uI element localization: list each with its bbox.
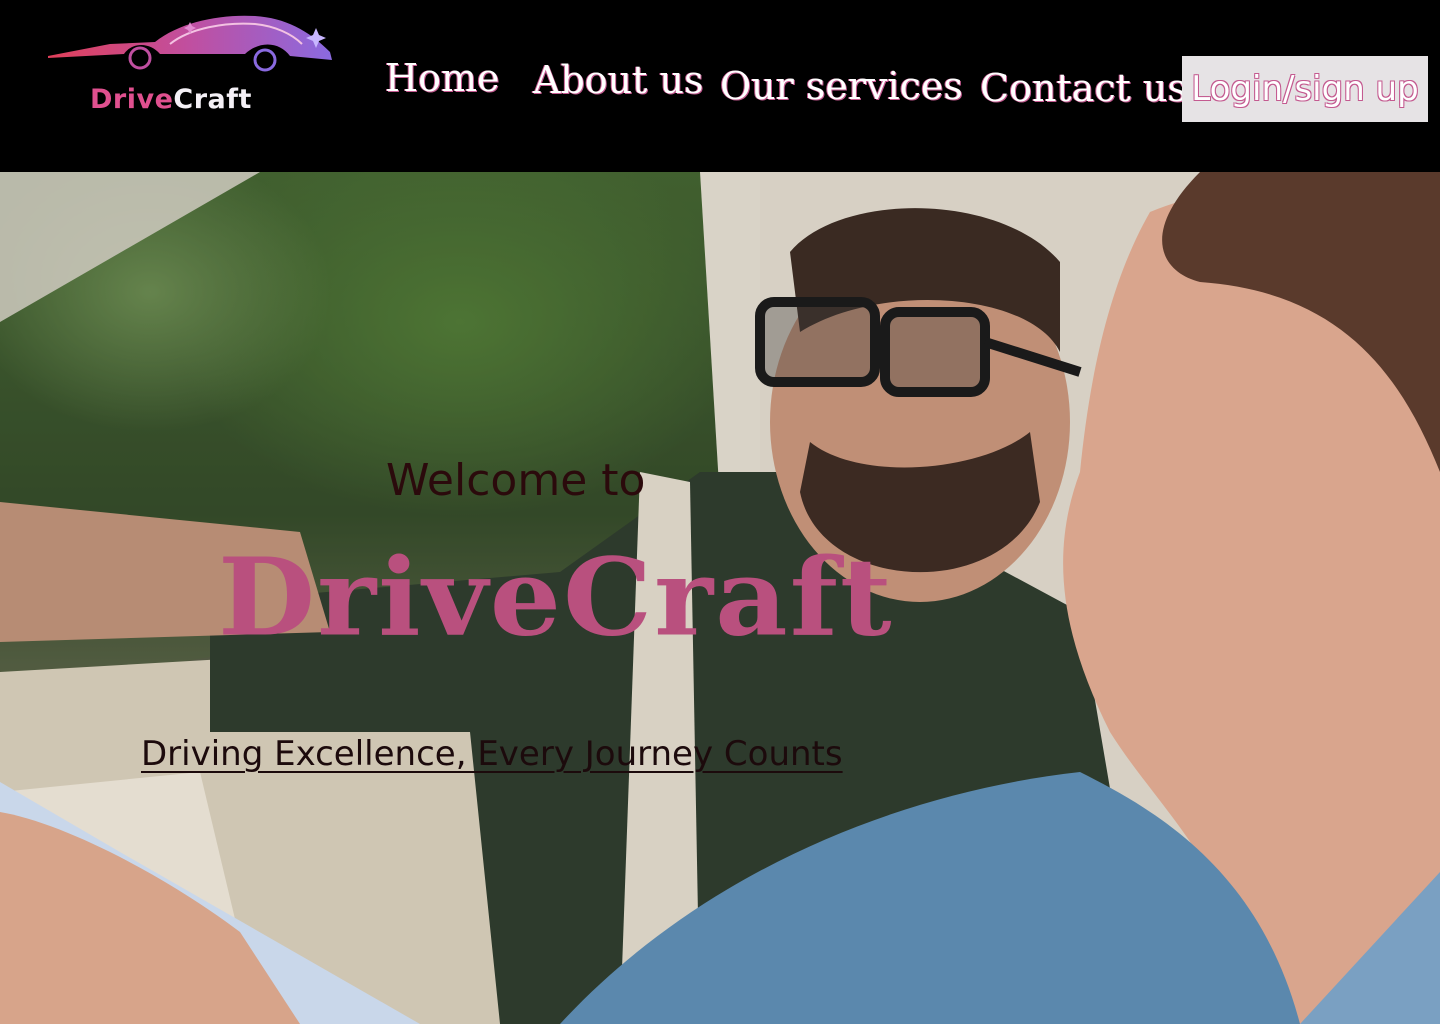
hero-brand-title: DriveCraft (218, 535, 894, 660)
nav-home-link[interactable]: Home (385, 56, 500, 100)
logo-wordmark: DriveCraft (90, 84, 252, 115)
login-signup-button[interactable]: Login/sign up (1182, 56, 1428, 122)
hero-welcome-text: Welcome to (386, 455, 646, 506)
logo-word-drive: Drive (90, 84, 174, 115)
logo-word-craft: Craft (173, 84, 252, 115)
hero-section: Welcome to DriveCraft Driving Excellence… (0, 172, 1440, 1024)
nav-contact-link[interactable]: Contact us (980, 66, 1187, 110)
site-header: DriveCraft Home About us Our services Co… (0, 0, 1440, 172)
brand-logo[interactable]: DriveCraft (40, 8, 340, 118)
nav-about-link[interactable]: About us (533, 58, 703, 102)
nav-services-link[interactable]: Our services (720, 64, 963, 108)
hero-tagline: Driving Excellence, Every Journey Counts (141, 734, 843, 774)
